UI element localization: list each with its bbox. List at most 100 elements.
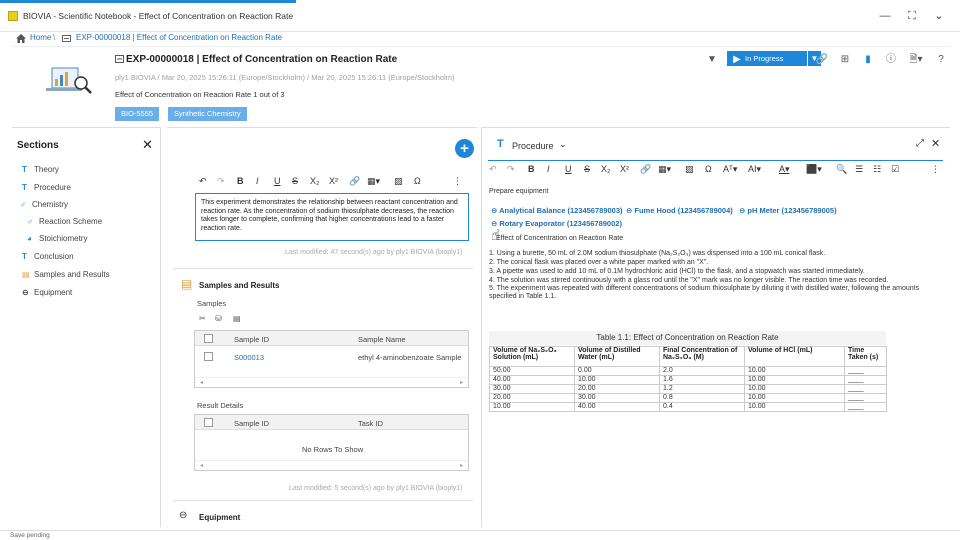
sample-tools-icon[interactable]: ✂ — [199, 314, 206, 323]
theory-text-editor[interactable]: This experiment demonstrates the relatio… — [195, 193, 469, 241]
equipment-link-ph-meter[interactable]: ⊖ pH Meter (123456789005) — [739, 206, 837, 215]
tag-category[interactable]: Synthetic Chemistry — [168, 107, 247, 121]
special-character-icon[interactable]: Ω — [705, 164, 712, 178]
table-cell: 1.2 — [659, 384, 745, 394]
equipment-link-analytical-balance[interactable]: ⊖ Analytical Balance (123456789003) — [491, 206, 623, 215]
expand-icon[interactable]: ⤢ — [916, 138, 924, 149]
font-size-icon[interactable]: Aᵀ▾ — [723, 164, 737, 178]
status-bar: Save pending — [0, 530, 960, 540]
text-size-icon[interactable]: AI▾ — [748, 164, 761, 178]
sidebar-item-conclusion[interactable]: T Conclusion — [22, 252, 74, 261]
table-icon[interactable]: ▦▾ — [367, 176, 380, 190]
link-icon[interactable]: 🔗 — [815, 53, 829, 67]
image-icon[interactable]: ▨ — [685, 164, 694, 178]
table-cell: 30.00 — [489, 384, 575, 394]
chemistry-icon: ♂ — [20, 200, 26, 209]
sidebar-item-label: Equipment — [34, 288, 73, 297]
sidebar-item-label: Samples and Results — [34, 270, 110, 279]
sidebar-item-stoichiometry[interactable]: ◕ Stoichiometry — [27, 234, 87, 243]
special-character-icon[interactable]: Ω — [414, 176, 421, 190]
table-icon[interactable]: ▦▾ — [658, 164, 671, 178]
equipment-section: ⊖ Equipment — [173, 500, 473, 528]
bulleted-list-icon[interactable]: ☰ — [855, 164, 863, 178]
subscript-icon[interactable]: X₂ — [310, 176, 320, 190]
close-icon[interactable]: ✕ — [931, 137, 940, 150]
image-icon[interactable]: ▨ — [394, 176, 403, 190]
italic-icon[interactable]: I — [256, 176, 259, 190]
italic-icon[interactable]: I — [547, 164, 550, 178]
workflow-icon[interactable]: ⊞ — [838, 53, 852, 67]
add-section-button[interactable]: + — [455, 139, 474, 158]
undo-icon[interactable]: ↶ — [489, 164, 497, 178]
highlight-color-icon[interactable]: ⬛▾ — [806, 164, 822, 178]
table-header-cell: Final Concentration of Na₂S₂O₃ (M) — [659, 346, 745, 367]
sidebar-item-procedure[interactable]: T Procedure — [22, 183, 71, 192]
sidebar-item-samples-results[interactable]: ▤ Samples and Results — [22, 270, 110, 279]
sidebar-item-chemistry[interactable]: ♂ Chemistry — [20, 200, 68, 209]
export-menu-icon[interactable]: 🗎▾ — [906, 53, 926, 67]
undo-icon[interactable]: ↶ — [199, 176, 207, 190]
horizontal-scrollbar[interactable]: ◂ ▸ — [195, 460, 468, 470]
subscript-icon[interactable]: X₂ — [601, 164, 611, 178]
sidebar-item-reaction-scheme[interactable]: ♂ Reaction Scheme — [27, 217, 102, 226]
panel-toggle-icon[interactable]: ▮ — [861, 53, 875, 67]
database-icon[interactable]: ⛁ — [215, 314, 222, 323]
breadcrumb-experiment-link[interactable]: EXP-00000018 | Effect of Concentration o… — [76, 33, 282, 42]
expand-icon[interactable]: ⛶ — [904, 8, 920, 24]
select-all-checkbox[interactable] — [204, 418, 213, 427]
strikethrough-icon[interactable]: S — [584, 164, 590, 178]
breadcrumb-home-link[interactable]: Home — [30, 33, 51, 42]
help-icon[interactable]: ? — [934, 53, 948, 67]
more-options-icon[interactable]: ⋮ — [453, 176, 462, 190]
column-header-sample-name[interactable]: Sample Name — [358, 335, 406, 344]
sidebar-item-label: Stoichiometry — [39, 234, 88, 243]
equipment-link-rotary-evaporator[interactable]: ⊖ Rotary Evaporator (123456789002) — [491, 219, 622, 228]
sidebar-item-theory[interactable]: T Theory — [22, 165, 59, 174]
chevron-down-icon[interactable]: ⌄ — [931, 8, 947, 24]
superscript-icon[interactable]: X² — [329, 176, 338, 190]
clipboard-icon[interactable]: ▤ — [233, 314, 241, 323]
chevron-down-icon[interactable]: ⌄ — [559, 139, 567, 150]
filter-icon[interactable]: ▼ — [705, 53, 719, 67]
sidebar-item-label: Conclusion — [34, 252, 74, 261]
strikethrough-icon[interactable]: S — [292, 176, 298, 190]
link-icon[interactable]: 🔗 — [349, 176, 360, 190]
info-icon[interactable]: ⓘ — [884, 53, 898, 67]
equipment-link-label: Fume Hood (123456789004) — [634, 206, 733, 215]
sidebar-item-equipment[interactable]: ⊖ Equipment — [22, 288, 72, 297]
bold-icon[interactable]: B — [237, 176, 244, 190]
column-header-task-id[interactable]: Task ID — [358, 419, 383, 428]
superscript-icon[interactable]: X² — [620, 164, 629, 178]
row-checkbox[interactable] — [204, 352, 213, 361]
find-icon[interactable]: 🔍 — [836, 164, 847, 178]
home-icon[interactable] — [16, 34, 26, 43]
table-cell: 1.6 — [659, 375, 745, 385]
column-header-sample-id[interactable]: Sample ID — [234, 335, 269, 344]
more-options-icon[interactable]: ⋮ — [931, 164, 940, 178]
column-header-sample-id[interactable]: Sample ID — [234, 419, 269, 428]
bold-icon[interactable]: B — [528, 164, 535, 178]
equipment-link-fume-hood[interactable]: ⊖ Fume Hood (123456789004) — [626, 206, 733, 215]
underline-icon[interactable]: U — [274, 176, 281, 190]
redo-icon[interactable]: ↷ — [217, 176, 225, 190]
minimize-icon[interactable]: — — [877, 8, 893, 24]
horizontal-scrollbar[interactable]: ◂ ▸ — [195, 377, 468, 387]
redo-icon[interactable]: ↷ — [507, 164, 515, 178]
checklist-icon[interactable]: ☑ — [891, 164, 899, 178]
underline-icon[interactable]: U — [565, 164, 572, 178]
sample-id-link[interactable]: S000013 — [234, 353, 264, 362]
table-cell: 0.00 — [574, 366, 660, 376]
table-row: 10.00 40.00 0.4 10.00 ____ — [489, 402, 887, 412]
table-header-cell: Time Taken (s) — [844, 346, 887, 367]
select-all-checkbox[interactable] — [204, 334, 213, 343]
link-icon[interactable]: 🔗 — [640, 164, 651, 178]
close-icon[interactable]: ✕ — [142, 137, 153, 153]
clipboard-icon: ▤ — [181, 277, 193, 291]
font-color-icon[interactable]: A▾ — [779, 164, 790, 178]
equipment-link-label: pH Meter (123456789005) — [747, 206, 837, 215]
prepare-equipment-text: Prepare equipment — [489, 188, 549, 195]
numbered-list-icon[interactable]: ☷ — [873, 164, 881, 178]
tag-project[interactable]: BIO-5555 — [115, 107, 160, 121]
experiment-title-icon — [115, 55, 124, 63]
table-cell: ____ — [844, 384, 887, 394]
